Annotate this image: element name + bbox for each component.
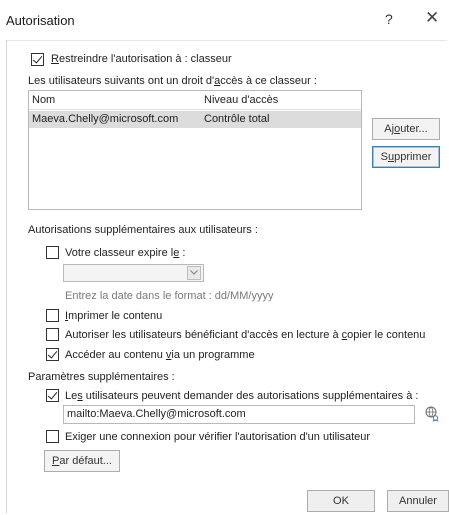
column-header-access[interactable]: Niveau d'accès [204, 94, 278, 106]
ok-button[interactable]: OK [307, 490, 375, 512]
cancel-button[interactable]: Annuler [387, 490, 449, 512]
address-book-icon[interactable] [424, 406, 440, 422]
mailto-value: mailto:Maeva.Chelly@microsoft.com [67, 408, 246, 420]
print-label: Imprimer le contenu [65, 310, 163, 322]
row-name: Maeva.Chelly@microsoft.com [32, 113, 179, 125]
restrict-checkbox[interactable] [31, 53, 44, 66]
column-header-name[interactable]: Nom [32, 94, 55, 106]
users-list[interactable]: Nom Niveau d'accès Maeva.Chelly@microsof… [28, 90, 362, 210]
expire-date-combo[interactable] [63, 264, 204, 282]
remove-button[interactable]: Supprimer [372, 146, 440, 168]
users-list-header: Nom Niveau d'accès [29, 91, 361, 110]
expire-label: Votre classeur expire le : [65, 247, 186, 259]
extra-perms-heading: Autorisations supplémentaires aux utilis… [28, 224, 258, 236]
table-row[interactable]: Maeva.Chelly@microsoft.com Contrôle tota… [29, 111, 361, 128]
require-connection-checkbox[interactable] [46, 430, 59, 443]
mailto-input[interactable]: mailto:Maeva.Chelly@microsoft.com [63, 405, 415, 424]
copy-label: Autoriser les utilisateurs bénéficiant d… [65, 329, 426, 341]
date-format-hint: Entrez la date dans le format : dd/MM/yy… [65, 290, 274, 302]
copy-checkbox[interactable] [46, 328, 59, 341]
print-checkbox[interactable] [46, 309, 59, 322]
program-access-label: Accéder au contenu via un programme [65, 349, 255, 361]
add-button[interactable]: Ajouter... [372, 118, 440, 140]
restrict-label: Restreindre l'autorisation à : classeur [51, 53, 232, 65]
request-perms-label: Les utilisateurs peuvent demander des au… [65, 390, 419, 402]
dialog-title: Autorisation [6, 13, 75, 28]
row-access: Contrôle total [204, 113, 270, 125]
expire-checkbox[interactable] [46, 246, 59, 259]
extra-params-heading: Paramètres supplémentaires : [28, 371, 175, 383]
close-button[interactable]: ✕ [425, 8, 439, 28]
defaults-button[interactable]: Par défaut... [44, 450, 120, 472]
require-connection-label: Exiger une connexion pour vérifier l'aut… [65, 431, 371, 443]
help-button[interactable]: ? [385, 11, 393, 27]
request-perms-checkbox[interactable] [46, 389, 59, 402]
users-label: Les utilisateurs suivants ont un droit d… [28, 75, 317, 87]
chevron-down-icon[interactable] [187, 266, 201, 280]
program-access-checkbox[interactable] [46, 348, 59, 361]
